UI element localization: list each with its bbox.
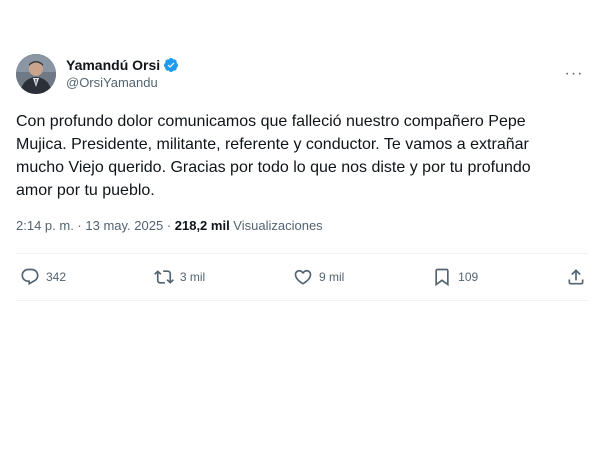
tweet-card: Yamandú Orsi @OrsiYamandu ··· Con profun… bbox=[16, 52, 588, 301]
repost-icon bbox=[153, 270, 174, 284]
repost-count: 3 mil bbox=[179, 270, 206, 284]
author-handle[interactable]: @OrsiYamandu bbox=[66, 74, 179, 92]
divider-bottom bbox=[16, 300, 588, 301]
tweet-date[interactable]: 13 may. 2025 bbox=[85, 218, 163, 233]
bookmark-button[interactable]: 109 bbox=[432, 267, 478, 287]
tweet-text: Con profundo dolor comunicamos que falle… bbox=[16, 113, 531, 199]
views-count[interactable]: 218,2 mil bbox=[175, 218, 230, 233]
verified-badge-icon bbox=[163, 57, 179, 73]
author-names: Yamandú Orsi @OrsiYamandu bbox=[66, 56, 179, 92]
like-icon bbox=[294, 269, 312, 285]
bookmark-count: 109 bbox=[458, 270, 479, 284]
author-avatar[interactable] bbox=[16, 54, 56, 94]
more-icon: ··· bbox=[564, 65, 584, 82]
reply-count: 342 bbox=[46, 270, 67, 284]
tweet-meta: 2:14 p. m. · 13 may. 2025 · 218,2 mil Vi… bbox=[16, 216, 588, 236]
more-options-button[interactable]: ··· bbox=[562, 62, 586, 86]
repost-button[interactable]: 3 mil bbox=[153, 267, 206, 287]
action-bar: 342 3 mil 9 mil 109 bbox=[16, 254, 588, 300]
views-label: Visualizaciones bbox=[229, 218, 323, 233]
share-button[interactable] bbox=[566, 267, 586, 287]
reply-icon bbox=[21, 268, 39, 286]
share-icon bbox=[568, 269, 584, 285]
tweet-header: Yamandú Orsi @OrsiYamandu ··· bbox=[16, 52, 588, 96]
meta-separator-2: · bbox=[163, 218, 175, 233]
like-count: 9 mil bbox=[319, 270, 345, 284]
tweet-time[interactable]: 2:14 p. m. bbox=[16, 218, 74, 233]
bookmark-icon bbox=[435, 268, 449, 287]
name-row: Yamandú Orsi bbox=[66, 56, 179, 74]
like-button[interactable]: 9 mil bbox=[293, 267, 344, 287]
avatar-image bbox=[16, 54, 56, 94]
author-display-name[interactable]: Yamandú Orsi bbox=[66, 56, 160, 74]
reply-button[interactable]: 342 bbox=[20, 267, 66, 287]
meta-separator: · bbox=[73, 218, 86, 233]
